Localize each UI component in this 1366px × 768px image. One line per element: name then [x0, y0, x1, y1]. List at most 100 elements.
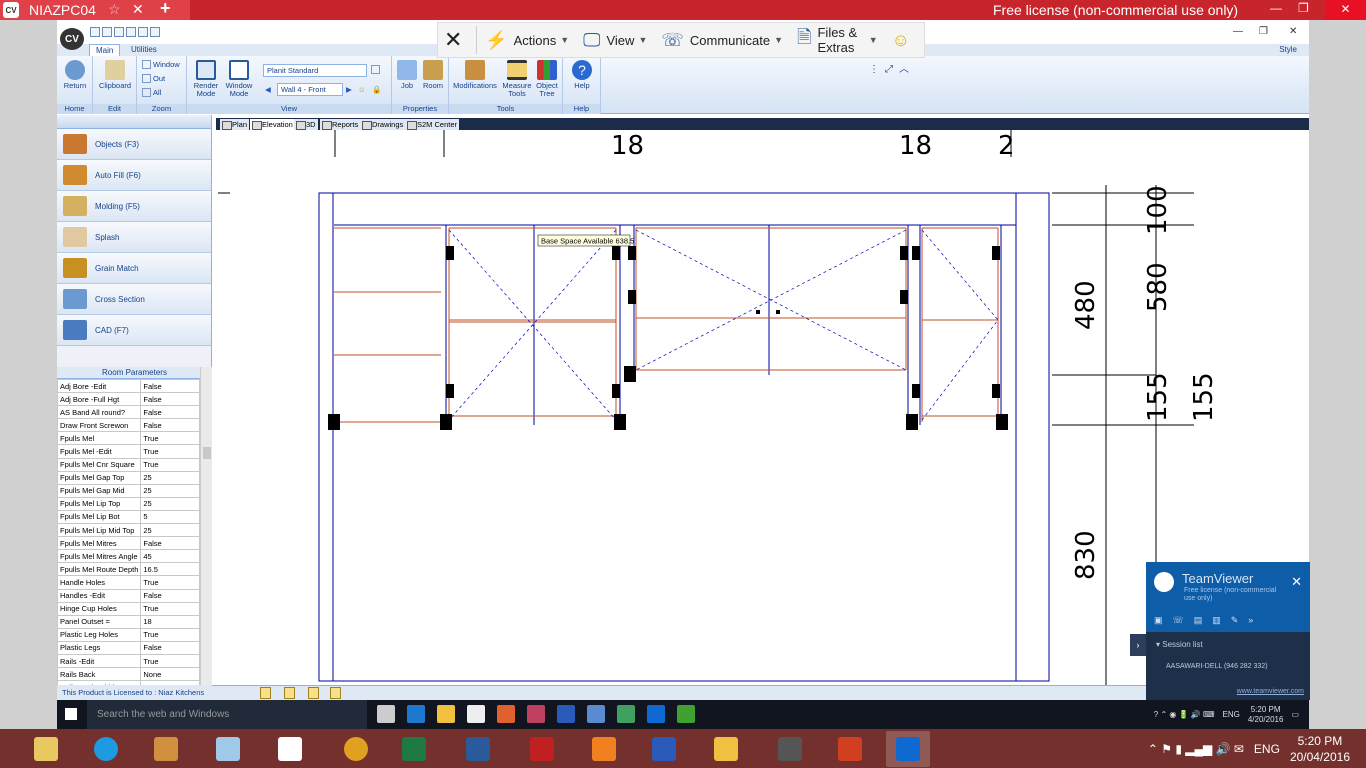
param-row[interactable]: Draw Front Screwon False [57, 418, 200, 433]
param-row[interactable]: Fpulls Mel Lip Bot 5 [57, 509, 200, 525]
style-combo[interactable]: Planit Standard [263, 64, 367, 77]
param-value[interactable]: True [140, 457, 200, 472]
param-value[interactable]: False [140, 588, 200, 603]
host-app-ie[interactable] [84, 731, 128, 767]
host-lang[interactable]: ENG [1254, 742, 1280, 756]
modifications-button[interactable]: Modifications [451, 60, 499, 90]
param-value[interactable]: 25 [140, 496, 200, 511]
tab-drawings[interactable]: Drawings [360, 119, 406, 130]
elevation-canvas[interactable]: 18 18 2 100 580 480 155 155 830 90 Base … [216, 130, 1306, 685]
close-window-icon[interactable]: ✕ [1325, 0, 1366, 20]
smiley-icon[interactable]: ☺ [892, 30, 910, 51]
param-row[interactable]: Handle Holes True [57, 575, 200, 590]
param-row[interactable]: Plastic Leg Holes True [57, 627, 200, 642]
windows-start-icon[interactable] [65, 708, 77, 720]
sidebar-item-grain-match[interactable]: Grain Match [57, 253, 211, 284]
param-row[interactable]: Fpulls Mel True [57, 431, 200, 446]
media-icon[interactable] [497, 705, 515, 723]
host-app-paint[interactable] [144, 731, 188, 767]
tv-expand-icon[interactable]: › [1130, 634, 1146, 656]
lang-indicator[interactable]: ENG [1223, 710, 1240, 719]
param-value[interactable]: True [140, 601, 200, 616]
wall-combo[interactable]: Wall 4 - Front [277, 83, 343, 96]
host-app-notes[interactable] [206, 731, 250, 767]
host-tray-icons[interactable]: ⌃ ⚑ ▮ ▂▄▆ 🔊 ✉ [1148, 742, 1244, 756]
render-mode-button[interactable]: Render Mode [191, 60, 221, 98]
edge-icon[interactable] [407, 705, 425, 723]
param-value[interactable]: True [140, 653, 200, 669]
job-button[interactable]: Job [394, 60, 420, 90]
save-icon[interactable] [114, 27, 124, 37]
status-tool-icon[interactable] [284, 687, 295, 699]
sidebar-item-splash[interactable]: Splash [57, 222, 211, 253]
param-row[interactable]: Fpulls Mel Route Depth 16.5 [57, 562, 200, 577]
host-app-outlook[interactable] [704, 731, 748, 767]
measure-tools-button[interactable]: Measure Tools [501, 60, 533, 98]
param-value[interactable]: True [140, 575, 200, 590]
close-toolbar-icon[interactable]: ✕ [444, 27, 462, 53]
sidebar-item-cross-section[interactable]: Cross Section [57, 284, 211, 315]
tab-utilities[interactable]: Utilities [125, 44, 163, 56]
app-minimize-icon[interactable]: — [1233, 26, 1243, 37]
host-app-monitor[interactable] [768, 731, 812, 767]
app-logo-icon[interactable]: CV [60, 28, 84, 50]
param-row[interactable]: AS Band All round? False [57, 405, 200, 420]
restore-icon[interactable]: ❐ [1298, 1, 1309, 15]
new-tab-icon[interactable]: + [160, 0, 171, 19]
params-scrollbar[interactable] [200, 367, 212, 697]
word-icon[interactable] [557, 705, 575, 723]
param-value[interactable]: None [140, 667, 200, 682]
param-value[interactable]: True [140, 444, 200, 459]
param-row[interactable]: Rails -Edit True [57, 653, 200, 669]
param-value[interactable]: 16.5 [140, 562, 200, 577]
param-row[interactable]: Fpulls Mel -Edit True [57, 444, 200, 459]
param-row[interactable]: Plastic Legs False [57, 640, 200, 655]
param-value[interactable]: True [140, 431, 200, 446]
redo-icon[interactable] [150, 27, 160, 37]
status-tool-icon[interactable] [260, 687, 271, 699]
undo-icon[interactable] [138, 27, 148, 37]
zoom-out-button[interactable]: Out [142, 74, 165, 83]
cv-app-icon[interactable] [677, 705, 695, 723]
host-app-chrome[interactable] [334, 731, 378, 767]
param-row[interactable]: Adj Bore -Edit False [57, 378, 200, 394]
param-value[interactable]: False [140, 405, 200, 420]
host-app-explorer[interactable] [24, 731, 68, 767]
face-icon[interactable]: ☺ [358, 85, 366, 94]
param-row[interactable]: Adj Bore -Full Hgt False [57, 392, 200, 407]
tab-elevation[interactable]: Elevation [250, 119, 295, 130]
tray-icons[interactable]: ? ⌃ ◉ 🔋 🔊 ⌨ [1154, 710, 1215, 719]
param-value[interactable]: False [140, 536, 200, 551]
scroll-thumb[interactable] [203, 447, 211, 459]
zoom-all-button[interactable]: All [142, 88, 161, 97]
host-app-remote[interactable] [456, 731, 500, 767]
app-icon[interactable] [527, 705, 545, 723]
app-close-icon[interactable]: ✕ [1289, 26, 1297, 37]
host-app-excel[interactable] [392, 731, 436, 767]
room-button[interactable]: Room [420, 60, 446, 90]
store-icon[interactable] [467, 705, 485, 723]
return-button[interactable]: Return [62, 60, 88, 90]
param-row[interactable]: Hinge Cup Holes True [57, 601, 200, 616]
host-app-vlc[interactable] [582, 731, 626, 767]
next-wall-icon[interactable]: ▶ [346, 85, 352, 94]
explorer-icon[interactable] [437, 705, 455, 723]
sidebar-item-cad-f7[interactable]: CAD (F7) [57, 315, 211, 346]
app-icon[interactable] [587, 705, 605, 723]
actions-menu[interactable]: ⚡ Actions ▼ [485, 30, 569, 51]
status-tool-icon[interactable] [330, 687, 341, 699]
app-restore-icon[interactable]: ❐ [1259, 26, 1268, 37]
param-row[interactable]: Panel Outset = 18 [57, 614, 200, 629]
host-app-word[interactable] [642, 731, 686, 767]
new-icon[interactable] [90, 27, 100, 37]
zoom-window-button[interactable]: Window [142, 60, 180, 69]
param-value[interactable]: 25 [140, 483, 200, 498]
host-app-teamviewer[interactable] [886, 731, 930, 767]
communicate-menu[interactable]: ☏ Communicate ▼ [661, 30, 783, 51]
param-row[interactable]: Rails Back None [57, 667, 200, 682]
tab-main[interactable]: Main [89, 44, 121, 56]
view-menu[interactable]: 🖵 View ▼ [583, 30, 647, 51]
param-value[interactable]: False [140, 378, 200, 394]
host-app-acrobat[interactable] [520, 731, 564, 767]
session-list[interactable]: ▾ Session list [1156, 640, 1203, 649]
